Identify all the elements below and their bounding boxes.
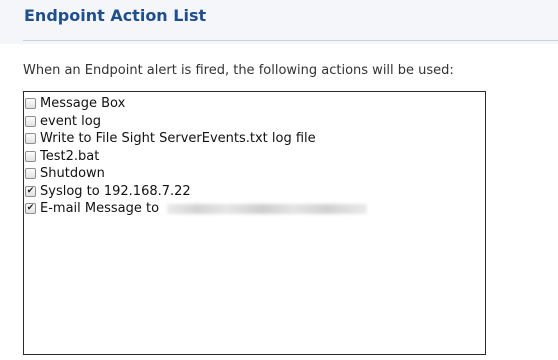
action-label: Shutdown (40, 166, 105, 182)
action-label: Message Box (40, 96, 126, 112)
action-label: Test2.bat (40, 148, 100, 164)
action-checkbox-checked[interactable] (25, 203, 36, 215)
section-header: Endpoint Action List (0, 0, 558, 44)
title-divider (23, 40, 558, 41)
action-item-event-log[interactable]: event log (25, 113, 485, 131)
action-label: Write to File Sight ServerEvents.txt log… (40, 131, 316, 147)
endpoint-action-list[interactable]: Message Box event log Write to File Sigh… (23, 91, 486, 355)
action-item-syslog[interactable]: Syslog to 192.168.7.22 (25, 183, 485, 201)
action-label: Syslog to 192.168.7.22 (40, 183, 191, 199)
action-checkbox[interactable] (25, 168, 36, 180)
action-item-test2-bat[interactable]: Test2.bat (25, 148, 485, 166)
action-checkbox-checked[interactable] (25, 185, 36, 197)
action-checkbox[interactable] (25, 115, 36, 127)
action-checkbox[interactable] (25, 150, 36, 162)
action-label: E-mail Message to (40, 201, 160, 217)
action-item-shutdown[interactable]: Shutdown (25, 165, 485, 183)
action-item-message-box[interactable]: Message Box (25, 95, 485, 113)
section-title: Endpoint Action List (24, 6, 207, 25)
section-description: When an Endpoint alert is fired, the fol… (23, 63, 454, 78)
action-item-email-message[interactable]: E-mail Message to (25, 200, 485, 218)
action-item-write-log-file[interactable]: Write to File Sight ServerEvents.txt log… (25, 130, 485, 148)
redacted-email-address (167, 203, 368, 214)
action-checkbox[interactable] (25, 133, 36, 145)
action-checkbox[interactable] (25, 98, 36, 110)
action-label: event log (40, 113, 101, 129)
